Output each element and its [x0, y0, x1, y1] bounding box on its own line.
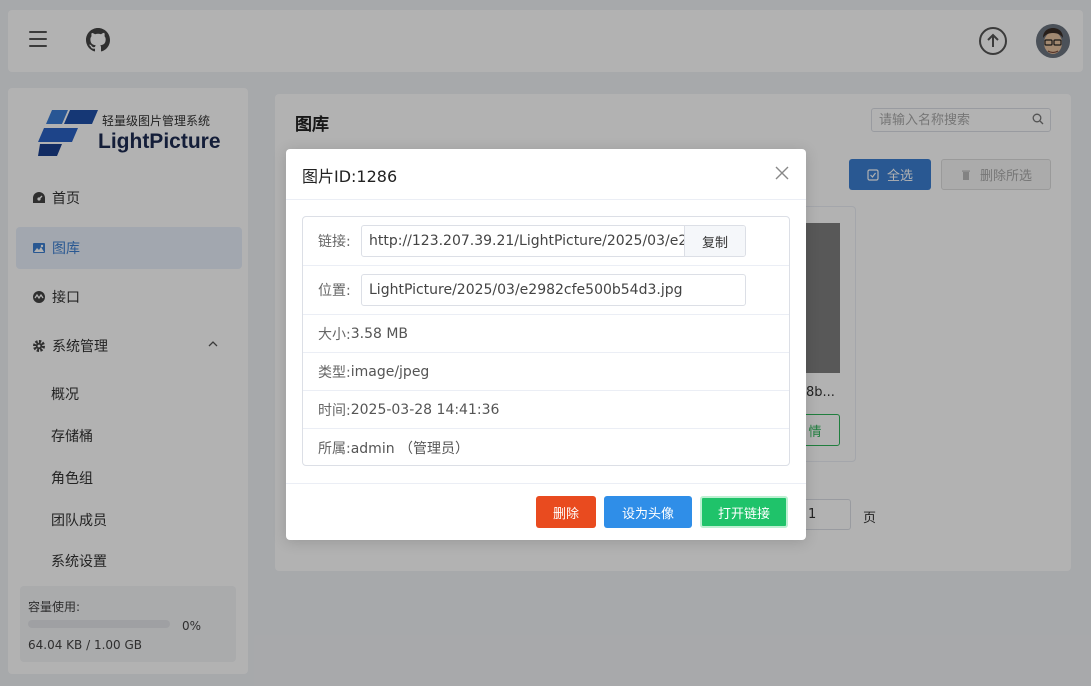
owner-label: 所属: — [318, 441, 351, 457]
link-value[interactable]: http://123.207.39.21/LightPicture/2025/0… — [362, 233, 684, 249]
time-label: 时间: — [318, 402, 351, 419]
image-detail-dialog: 图片ID:1286 链接: http://123.207.39.21/Light… — [286, 149, 806, 540]
info-row-size: 大小: 3.58 MB — [303, 315, 789, 353]
info-row-time: 时间: 2025-03-28 14:41:36 — [303, 391, 789, 429]
delete-button[interactable]: 删除 — [536, 496, 596, 528]
close-icon[interactable] — [772, 163, 792, 183]
type-label: 类型: — [318, 364, 351, 381]
open-link-button[interactable]: 打开链接 — [700, 496, 788, 528]
info-row-owner: 所属: admin （管理员） — [303, 429, 789, 465]
copy-button[interactable]: 复制 — [684, 226, 745, 256]
size-value: 3.58 MB — [350, 325, 409, 342]
path-label: 位置: — [318, 283, 351, 299]
size-label: 大小: — [318, 326, 351, 343]
info-row-link: 链接: http://123.207.39.21/LightPicture/20… — [303, 217, 789, 266]
set-avatar-button[interactable]: 设为头像 — [604, 496, 692, 528]
path-value[interactable]: LightPicture/2025/03/e2982cfe500b54d3.jp… — [362, 282, 745, 298]
dialog-footer-divider — [286, 483, 806, 484]
dialog-title: 图片ID:1286 — [302, 167, 398, 186]
image-info-table: 链接: http://123.207.39.21/LightPicture/20… — [302, 216, 790, 466]
owner-value: admin （管理员） — [350, 441, 470, 457]
info-row-type: 类型: image/jpeg — [303, 353, 789, 391]
info-row-path: 位置: LightPicture/2025/03/e2982cfe500b54d… — [303, 266, 789, 315]
dialog-header-divider — [286, 199, 806, 200]
link-field[interactable]: http://123.207.39.21/LightPicture/2025/0… — [361, 225, 746, 257]
type-value: image/jpeg — [350, 363, 430, 380]
time-value: 2025-03-28 14:41:36 — [350, 401, 500, 418]
link-label: 链接: — [318, 234, 351, 250]
path-field[interactable]: LightPicture/2025/03/e2982cfe500b54d3.jp… — [361, 274, 746, 306]
